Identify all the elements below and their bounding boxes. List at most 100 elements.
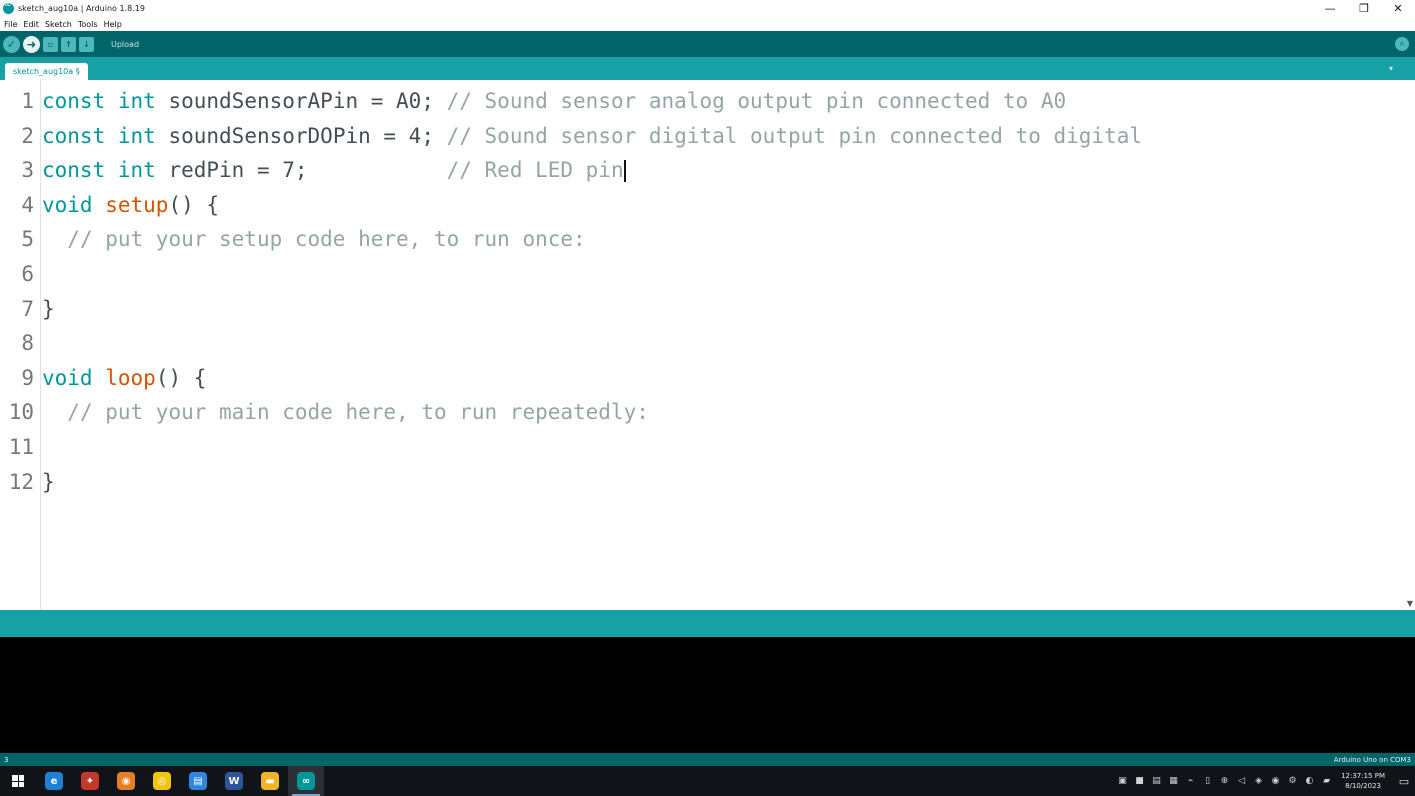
code-editor[interactable]: 1 const int soundSensorAPin = A0; // Soun… bbox=[0, 80, 1415, 610]
tray-app-icon[interactable]: ■ bbox=[1133, 775, 1146, 788]
taskbar-app-chrome[interactable]: ◎ bbox=[144, 766, 180, 796]
code-line[interactable]: 9 void loop() { bbox=[0, 361, 1405, 395]
code-line[interactable]: 8 bbox=[0, 326, 1405, 360]
code-token: redPin = 7; bbox=[155, 158, 447, 183]
code-line[interactable]: 7} bbox=[0, 292, 1405, 326]
taskbar-app-edge[interactable]: e bbox=[36, 766, 72, 796]
taskbar-app-arduino[interactable]: ∞ bbox=[288, 766, 324, 796]
network-icon[interactable]: ⊕ bbox=[1218, 775, 1231, 788]
message-area bbox=[0, 610, 1415, 637]
taskbar-clock[interactable]: 12:37:15 PM 8/10/2023 bbox=[1341, 771, 1385, 791]
minimize-button[interactable]: — bbox=[1313, 0, 1347, 17]
system-tray: ▣ ■ ▤ ▦ ⌁ ▯ ⊕ ◁ ◈ ◉ ⚙ ◐ ▰ 12:37:15 PM 8/… bbox=[1114, 766, 1415, 796]
tab-menu-button[interactable]: ▾ bbox=[1389, 64, 1401, 74]
tabs-bar: sketch_aug10a § ▾ bbox=[0, 57, 1415, 80]
line-number: 5 bbox=[21, 227, 34, 252]
code-line[interactable]: 5 // put your setup code here, to run on… bbox=[0, 222, 1405, 256]
console-output[interactable] bbox=[0, 637, 1415, 753]
new-icon: ▫ bbox=[47, 39, 54, 49]
code-text: void loop() { bbox=[38, 366, 206, 390]
code-line[interactable]: 11 bbox=[0, 430, 1405, 464]
tray-app-icon[interactable]: ⚙ bbox=[1286, 775, 1299, 788]
line-number: 10 bbox=[8, 400, 34, 425]
menu-file[interactable]: File bbox=[4, 20, 17, 29]
code-text: } bbox=[38, 470, 55, 494]
status-bar: 3 Arduino Uno on COM3 bbox=[0, 753, 1415, 766]
tab-sketch[interactable]: sketch_aug10a § bbox=[5, 63, 88, 80]
code-comment: // put your setup code here, to run once… bbox=[67, 227, 586, 252]
notification-center-button[interactable]: ▭ bbox=[1393, 766, 1415, 796]
code-line[interactable]: 2 const int soundSensorDOPin = 4; // Soun… bbox=[0, 119, 1405, 153]
toolbar: ✓ ➜ ▫ ↑ ↓ Upload ⌕ bbox=[0, 31, 1415, 57]
code-line[interactable]: 3 const int redPin = 7; // Red LED pin bbox=[0, 153, 1405, 187]
tray-app-icon[interactable]: ◈ bbox=[1252, 775, 1265, 788]
taskbar-app-app-2[interactable]: ✦ bbox=[72, 766, 108, 796]
open-button[interactable]: ↑ bbox=[61, 36, 76, 52]
title-bar: sketch_aug10a | Arduino 1.8.19 — ❐ ✕ bbox=[0, 0, 1415, 17]
menu-help[interactable]: Help bbox=[104, 20, 122, 29]
taskbar-app-app-5[interactable]: ▤ bbox=[180, 766, 216, 796]
code-token: soundSensorDOPin = 4; bbox=[155, 123, 447, 148]
taskbar-app-app-3[interactable]: ◉ bbox=[108, 766, 144, 796]
verify-button[interactable]: ✓ bbox=[3, 35, 20, 53]
text-cursor bbox=[623, 160, 626, 183]
start-button[interactable] bbox=[0, 766, 36, 796]
code-text: const int soundSensorAPin = A0; // Sound… bbox=[38, 89, 1066, 113]
code-keyword: void bbox=[42, 192, 93, 217]
menu-sketch[interactable]: Sketch bbox=[45, 20, 72, 29]
tray-app-icon[interactable]: ▣ bbox=[1116, 775, 1129, 788]
code-line[interactable]: 12} bbox=[0, 465, 1405, 499]
line-number: 1 bbox=[21, 89, 34, 113]
code-token: () { bbox=[168, 192, 220, 217]
close-button[interactable]: ✕ bbox=[1381, 0, 1415, 17]
arduino-icon: ∞ bbox=[297, 772, 315, 790]
menu-edit[interactable]: Edit bbox=[23, 20, 39, 29]
code-keyword: int bbox=[117, 89, 156, 113]
edge-icon: e bbox=[45, 772, 63, 790]
volume-icon[interactable]: ◁ bbox=[1235, 775, 1248, 788]
code-function: setup bbox=[105, 192, 169, 217]
code-line[interactable]: 4 void setup() { bbox=[0, 188, 1405, 222]
tray-app-icon[interactable]: ▤ bbox=[1150, 775, 1163, 788]
taskbar-app-word[interactable]: W bbox=[216, 766, 252, 796]
tray-app-icon[interactable]: ◉ bbox=[1269, 775, 1282, 788]
toolbar-hover-label: Upload bbox=[111, 39, 140, 49]
upload-button[interactable]: ➜ bbox=[23, 35, 40, 53]
window-controls: — ❐ ✕ bbox=[1313, 0, 1415, 17]
taskbar-app-explorer[interactable]: ▬ bbox=[252, 766, 288, 796]
code-token: } bbox=[42, 469, 55, 494]
code-line[interactable]: 1 const int soundSensorAPin = A0; // Soun… bbox=[0, 84, 1405, 118]
maximize-button[interactable]: ❐ bbox=[1347, 0, 1381, 17]
code-line[interactable]: 6 bbox=[0, 257, 1405, 291]
code-line[interactable]: 10 // put your main code here, to run re… bbox=[0, 395, 1405, 429]
code-text: // put your main code here, to run repea… bbox=[38, 400, 649, 424]
taskbar-apps: e ✦ ◉ ◎ ▤ W ▬ ∞ bbox=[36, 766, 324, 796]
serial-monitor-icon: ⌕ bbox=[1399, 39, 1405, 48]
tray-app-icon[interactable]: ▰ bbox=[1320, 775, 1333, 788]
explorer-icon: ▬ bbox=[261, 772, 279, 790]
status-board: Arduino Uno on COM3 bbox=[1333, 755, 1411, 764]
save-button[interactable]: ↓ bbox=[79, 36, 94, 52]
menu-bar: File Edit Sketch Tools Help bbox=[0, 17, 1415, 31]
arduino-app-icon bbox=[3, 0, 14, 14]
menu-tools[interactable]: Tools bbox=[78, 20, 98, 29]
tray-app-icon[interactable]: ▦ bbox=[1167, 775, 1180, 788]
code-comment: // Sound sensor analog output pin connec… bbox=[446, 89, 1067, 113]
chevron-down-icon: ▾ bbox=[1389, 64, 1394, 73]
new-button[interactable]: ▫ bbox=[43, 36, 58, 52]
code-text: void setup() { bbox=[38, 193, 219, 217]
line-number: 9 bbox=[21, 365, 34, 390]
serial-monitor-button[interactable]: ⌕ bbox=[1395, 37, 1409, 51]
app-icon-5: ▤ bbox=[189, 772, 207, 790]
word-icon: W bbox=[225, 772, 243, 790]
code-keyword: int bbox=[117, 123, 156, 148]
battery-icon[interactable]: ▯ bbox=[1201, 775, 1214, 788]
scroll-down-arrow-icon[interactable]: ▼ bbox=[1407, 599, 1413, 608]
tray-app-icon[interactable]: ◐ bbox=[1303, 775, 1316, 788]
usb-icon[interactable]: ⌁ bbox=[1184, 775, 1197, 788]
